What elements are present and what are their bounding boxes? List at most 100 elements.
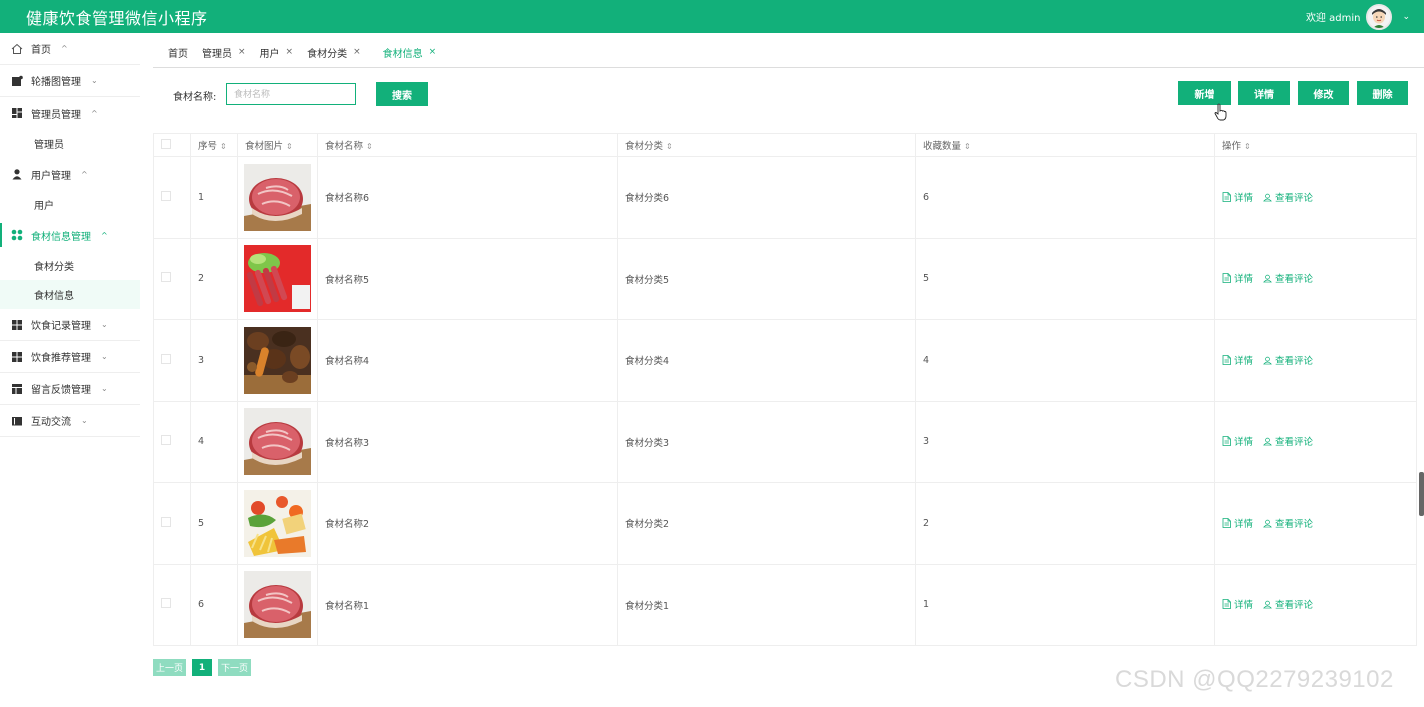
row-checkbox[interactable] [161, 516, 171, 527]
home-icon [11, 43, 23, 54]
tab-home[interactable]: 首页 [168, 45, 188, 60]
row-category: 食材分类2 [617, 482, 916, 565]
search-input[interactable] [226, 83, 356, 105]
row-comments-link[interactable]: 查看评论 [1263, 353, 1313, 367]
scrollbar-handle[interactable] [1419, 472, 1424, 516]
row-checkbox[interactable] [161, 353, 171, 364]
row-checkbox[interactable] [161, 190, 171, 201]
sidebar-item-diet-recommend[interactable]: 饮食推荐管理 ⌄ [0, 341, 140, 373]
user-menu[interactable]: 欢迎 admin ⌄ [1306, 3, 1410, 30]
table-row[interactable]: 3 食材名称4 食材分类4 4 详情 查看评论 [153, 319, 1417, 402]
close-icon[interactable]: × [238, 47, 246, 57]
sidebar-item-label: 饮食推荐管理 [31, 353, 91, 364]
row-select-cell[interactable] [153, 319, 191, 402]
sidebar-item-home[interactable]: 首页 ^ [0, 33, 140, 65]
sidebar-item-interaction[interactable]: 互动交流 ⌄ [0, 405, 140, 437]
row-checkbox[interactable] [161, 435, 171, 446]
sidebar-item-label: 食材信息 [34, 291, 74, 302]
row-detail-link[interactable]: 详情 [1222, 597, 1253, 611]
avatar[interactable] [1366, 3, 1393, 30]
chevron-down-icon[interactable]: ⌄ [1402, 12, 1410, 22]
edit-button[interactable]: 修改 [1298, 81, 1349, 105]
row-select-cell[interactable] [153, 237, 191, 320]
sort-icon[interactable]: ⇕ [666, 142, 673, 151]
user-comment-icon [1263, 275, 1272, 283]
chevron-down-icon: ⌄ [91, 76, 98, 85]
header-count[interactable]: 收藏数量 ⇕ [915, 133, 1215, 157]
sidebar-item-food-info[interactable]: 食材信息 [0, 280, 140, 309]
row-no: 1 [190, 156, 238, 239]
table-row[interactable]: 5 食材名称2 食材分类2 2 详情 查看评论 [153, 482, 1417, 565]
row-comments-link[interactable]: 查看评论 [1263, 597, 1313, 611]
add-button[interactable]: 新增 [1178, 81, 1231, 105]
row-count: 2 [915, 482, 1215, 565]
row-no: 2 [190, 237, 238, 320]
row-select-cell[interactable] [153, 563, 191, 646]
avatar-face-icon [1368, 5, 1391, 28]
row-detail-link[interactable]: 详情 [1222, 271, 1253, 285]
tab-food-info[interactable]: 食材信息 × [383, 45, 437, 60]
search-button[interactable]: 搜索 [376, 82, 428, 106]
chevron-down-icon: ⌄ [101, 384, 108, 393]
header-image[interactable]: 食材图片 ⇕ [237, 133, 318, 157]
row-comments-link[interactable]: 查看评论 [1263, 434, 1313, 448]
close-icon[interactable]: × [429, 47, 437, 57]
tab-user[interactable]: 用户 × [260, 45, 294, 60]
table-row[interactable]: 2 食材名称5 食材分类5 5 详情 查看评论 [153, 237, 1417, 320]
sidebar-item-user-manage[interactable]: 用户管理 ^ [0, 158, 140, 190]
document-icon [1222, 273, 1231, 284]
row-count: 5 [915, 237, 1215, 320]
prev-page-button[interactable]: 上一页 [153, 659, 186, 676]
row-comments-link[interactable]: 查看评论 [1263, 271, 1313, 285]
row-detail-link[interactable]: 详情 [1222, 353, 1253, 367]
page-1-button[interactable]: 1 [192, 659, 212, 676]
select-all-cell[interactable] [153, 133, 191, 157]
close-icon[interactable]: × [286, 47, 294, 57]
row-detail-link[interactable]: 详情 [1222, 434, 1253, 448]
sidebar-item-carousel[interactable]: 轮播图管理 ⌄ [0, 65, 140, 97]
row-checkbox[interactable] [161, 598, 171, 609]
row-select-cell[interactable] [153, 482, 191, 565]
sort-icon[interactable]: ⇕ [286, 142, 293, 151]
sidebar-item-diet-record[interactable]: 饮食记录管理 ⌄ [0, 309, 140, 341]
food-image [244, 245, 317, 313]
sidebar-item-user[interactable]: 用户 [0, 190, 140, 219]
sidebar-item-feedback[interactable]: 留言反馈管理 ⌄ [0, 373, 140, 405]
next-page-button[interactable]: 下一页 [218, 659, 251, 676]
header-no[interactable]: 序号 ⇕ [190, 133, 238, 157]
close-icon[interactable]: × [353, 47, 361, 57]
row-select-cell[interactable] [153, 156, 191, 239]
sort-icon[interactable]: ⇕ [964, 142, 971, 151]
header-name[interactable]: 食材名称 ⇕ [317, 133, 618, 157]
sidebar-item-food-manage[interactable]: 食材信息管理 ^ [0, 219, 140, 251]
table-header-row: 序号 ⇕ 食材图片 ⇕ 食材名称 ⇕ 食材分类 ⇕ 收藏数量 ⇕ 操作 ⇕ [153, 133, 1417, 157]
food-table: 序号 ⇕ 食材图片 ⇕ 食材名称 ⇕ 食材分类 ⇕ 收藏数量 ⇕ 操作 ⇕ 1 食材名称6 食材… [153, 133, 1417, 646]
row-detail-link[interactable]: 详情 [1222, 190, 1253, 204]
row-comments-link[interactable]: 查看评论 [1263, 516, 1313, 530]
row-image [237, 482, 318, 565]
header-category[interactable]: 食材分类 ⇕ [617, 133, 916, 157]
row-select-cell[interactable] [153, 400, 191, 483]
table-row[interactable]: 6 食材名称1 食材分类1 1 详情 查看评论 [153, 563, 1417, 646]
row-comments-link[interactable]: 查看评论 [1263, 190, 1313, 204]
header-actions[interactable]: 操作 ⇕ [1214, 133, 1417, 157]
table-row[interactable]: 4 食材名称3 食材分类3 3 详情 查看评论 [153, 400, 1417, 483]
sidebar-item-food-category[interactable]: 食材分类 [0, 251, 140, 280]
tab-admin[interactable]: 管理员 × [202, 45, 246, 60]
row-checkbox[interactable] [161, 272, 171, 283]
sort-icon[interactable]: ⇕ [366, 142, 373, 151]
sort-icon[interactable]: ⇕ [1244, 142, 1251, 151]
row-actions: 详情 查看评论 [1214, 319, 1417, 402]
select-all-checkbox[interactable] [161, 138, 171, 149]
sort-icon[interactable]: ⇕ [220, 142, 227, 151]
tab-food-category[interactable]: 食材分类 × [307, 45, 361, 60]
row-name: 食材名称4 [317, 319, 618, 402]
user-comment-icon [1263, 519, 1272, 528]
sidebar-item-admin[interactable]: 管理员 [0, 129, 140, 158]
table-row[interactable]: 1 食材名称6 食材分类6 6 详情 查看评论 [153, 156, 1417, 239]
detail-button[interactable]: 详情 [1238, 81, 1290, 105]
sidebar-item-admin-manage[interactable]: 管理员管理 ^ [0, 97, 140, 129]
row-detail-link[interactable]: 详情 [1222, 516, 1253, 530]
tab-label: 用户 [259, 48, 280, 60]
delete-button[interactable]: 删除 [1357, 81, 1408, 105]
